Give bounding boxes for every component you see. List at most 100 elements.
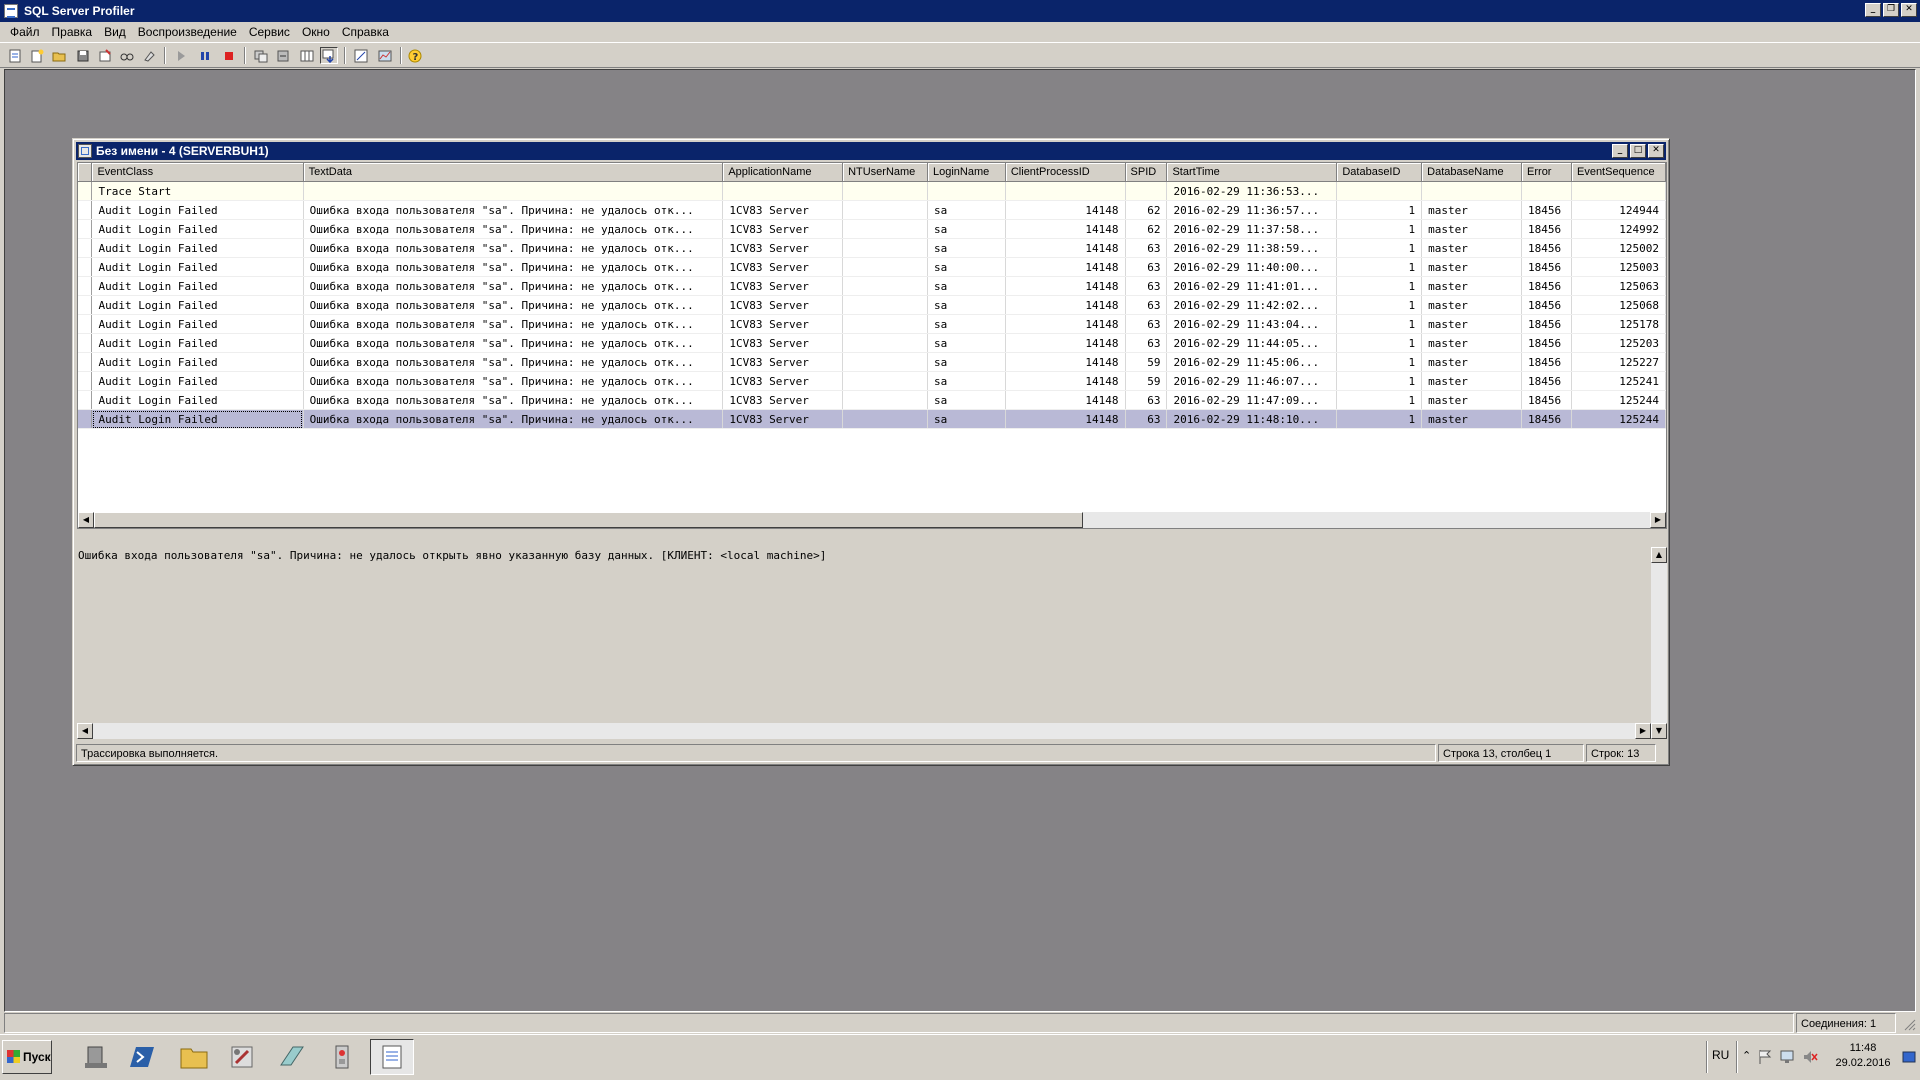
menu-file[interactable]: Файл bbox=[4, 22, 46, 42]
scroll-right-arrow-icon[interactable]: ▶ bbox=[1650, 512, 1666, 528]
network-icon[interactable] bbox=[1780, 1049, 1796, 1068]
performance-monitor-icon[interactable] bbox=[376, 47, 394, 64]
trace-row[interactable]: Audit Login Failed Ошибка входа пользоват… bbox=[78, 295, 1666, 315]
detail-scroll-left-arrow-icon[interactable]: ◀ bbox=[77, 723, 93, 739]
row-selector[interactable] bbox=[78, 352, 93, 372]
cell-databasename: master bbox=[1421, 314, 1523, 334]
pause-trace-icon[interactable] bbox=[196, 47, 214, 64]
grid-scroll-thumb[interactable] bbox=[94, 512, 1083, 528]
trace-row[interactable]: Audit Login Failed Ошибка входа пользоват… bbox=[78, 409, 1666, 429]
stop-trace-icon[interactable] bbox=[220, 47, 238, 64]
row-selector[interactable] bbox=[78, 276, 93, 296]
volume-muted-icon[interactable] bbox=[1802, 1049, 1818, 1068]
grid-horizontal-scrollbar[interactable]: ◀ ▶ bbox=[78, 512, 1666, 528]
row-selector[interactable] bbox=[78, 257, 93, 277]
row-selector[interactable] bbox=[78, 200, 93, 220]
row-selector[interactable] bbox=[78, 333, 93, 353]
minimize-button[interactable]: _ bbox=[1865, 3, 1881, 17]
trace-row[interactable]: Audit Login Failed Ошибка входа пользоват… bbox=[78, 238, 1666, 258]
run-trace-icon[interactable] bbox=[172, 47, 190, 64]
column-chooser-icon[interactable] bbox=[298, 47, 316, 64]
menu-window[interactable]: Окно bbox=[296, 22, 336, 42]
trace-row[interactable]: Audit Login Failed Ошибка входа пользоват… bbox=[78, 219, 1666, 239]
menu-help[interactable]: Справка bbox=[336, 22, 395, 42]
restore-button[interactable]: ❐ bbox=[1883, 3, 1899, 17]
scroll-left-arrow-icon[interactable]: ◀ bbox=[78, 512, 94, 528]
column-header-databaseid[interactable]: DatabaseID bbox=[1336, 163, 1423, 182]
cell-error: 18456 bbox=[1521, 257, 1572, 277]
properties-icon[interactable] bbox=[96, 47, 114, 64]
column-header-ntusername[interactable]: NTUserName bbox=[842, 163, 928, 182]
detail-scroll-right-arrow-icon[interactable]: ▶ bbox=[1635, 723, 1651, 739]
cell-error: 18456 bbox=[1521, 352, 1572, 372]
start-button[interactable]: Пуск bbox=[2, 1040, 52, 1074]
powershell-icon[interactable] bbox=[122, 1039, 166, 1075]
language-indicator[interactable]: RU bbox=[1712, 1048, 1729, 1062]
replay-step-icon[interactable] bbox=[274, 47, 292, 64]
new-template-icon[interactable] bbox=[28, 47, 46, 64]
row-selector[interactable] bbox=[78, 181, 93, 201]
row-selector[interactable] bbox=[78, 371, 93, 391]
column-header-eventsequence[interactable]: EventSequence bbox=[1571, 163, 1666, 182]
profiler-icon[interactable] bbox=[370, 1039, 414, 1075]
open-icon[interactable] bbox=[50, 47, 68, 64]
clear-trace-icon[interactable] bbox=[140, 47, 158, 64]
trace-row[interactable]: Audit Login Failed Ошибка входа пользоват… bbox=[78, 333, 1666, 353]
sql-tools-icon[interactable] bbox=[220, 1039, 264, 1075]
trace-row[interactable]: Audit Login Failed Ошибка входа пользоват… bbox=[78, 314, 1666, 334]
database-tuning-advisor-icon[interactable] bbox=[352, 47, 370, 64]
column-header-clientprocessid[interactable]: ClientProcessID bbox=[1005, 163, 1126, 182]
trace-row[interactable]: Audit Login Failed Ошибка входа пользоват… bbox=[78, 352, 1666, 372]
find-icon[interactable] bbox=[118, 47, 136, 64]
app-status-bar: Соединения: 1 bbox=[0, 1012, 1920, 1034]
trace-start-row[interactable]: Trace Start 2016-02-29 11:36:53... bbox=[78, 181, 1666, 201]
trace-minimize-button[interactable]: _ bbox=[1612, 144, 1628, 158]
column-header-applicationname[interactable]: ApplicationName bbox=[722, 163, 844, 182]
trace-row[interactable]: Audit Login Failed Ошибка входа пользоват… bbox=[78, 371, 1666, 391]
trace-row[interactable]: Audit Login Failed Ошибка входа пользоват… bbox=[78, 390, 1666, 410]
help-icon[interactable]: ? bbox=[406, 47, 424, 64]
trace-maximize-button[interactable]: □ bbox=[1630, 144, 1646, 158]
save-icon[interactable] bbox=[74, 47, 92, 64]
resize-grip-icon[interactable] bbox=[1904, 1018, 1916, 1031]
row-selector[interactable] bbox=[78, 390, 93, 410]
server-manager-icon[interactable] bbox=[74, 1039, 118, 1075]
column-header-loginname[interactable]: LoginName bbox=[927, 163, 1006, 182]
row-selector[interactable] bbox=[78, 314, 93, 334]
action-center-flag-icon[interactable] bbox=[1758, 1049, 1772, 1068]
menu-view[interactable]: Вид bbox=[98, 22, 132, 42]
services-icon[interactable] bbox=[320, 1039, 364, 1075]
event-detail-text[interactable]: Ошибка входа пользователя "sa". Причина:… bbox=[77, 547, 1651, 739]
column-header-starttime[interactable]: StartTime bbox=[1166, 163, 1338, 182]
row-selector[interactable] bbox=[78, 219, 93, 239]
row-selector[interactable] bbox=[78, 295, 93, 315]
file-explorer-icon[interactable] bbox=[172, 1039, 216, 1075]
cell-spid: 59 bbox=[1125, 371, 1168, 391]
show-hidden-icons-icon[interactable]: ⌃ bbox=[1742, 1049, 1751, 1062]
menu-edit[interactable]: Правка bbox=[46, 22, 99, 42]
column-header-spid[interactable]: SPID bbox=[1125, 163, 1168, 182]
close-button[interactable]: ✕ bbox=[1901, 3, 1917, 17]
row-selector[interactable] bbox=[78, 409, 93, 429]
detail-horizontal-scrollbar[interactable]: ◀ ▶ bbox=[77, 723, 1651, 739]
auto-scroll-icon[interactable] bbox=[320, 47, 338, 64]
trace-close-button[interactable]: ✕ bbox=[1648, 144, 1664, 158]
system-clock[interactable]: 11:48 29.02.2016 bbox=[1828, 1041, 1898, 1071]
trace-row[interactable]: Audit Login Failed Ошибка входа пользоват… bbox=[78, 276, 1666, 296]
scroll-down-arrow-icon[interactable]: ▼ bbox=[1651, 723, 1667, 739]
menu-replay[interactable]: Воспроизведение bbox=[132, 22, 243, 42]
show-desktop-icon[interactable] bbox=[1902, 1049, 1916, 1068]
menu-tools[interactable]: Сервис bbox=[243, 22, 296, 42]
new-trace-icon[interactable] bbox=[6, 47, 24, 64]
scroll-up-arrow-icon[interactable]: ▲ bbox=[1651, 547, 1667, 563]
row-selector[interactable] bbox=[78, 238, 93, 258]
detail-vertical-scrollbar[interactable]: ▲ ▼ bbox=[1651, 547, 1667, 739]
column-header-eventclass[interactable]: EventClass bbox=[91, 163, 304, 182]
column-header-error[interactable]: Error bbox=[1521, 163, 1572, 182]
management-studio-icon[interactable] bbox=[270, 1039, 314, 1075]
column-header-databasename[interactable]: DatabaseName bbox=[1421, 163, 1523, 182]
column-header-textdata[interactable]: TextData bbox=[303, 163, 724, 182]
trace-row[interactable]: Audit Login Failed Ошибка входа пользоват… bbox=[78, 200, 1666, 220]
replay-icon[interactable] bbox=[252, 47, 270, 64]
trace-row[interactable]: Audit Login Failed Ошибка входа пользоват… bbox=[78, 257, 1666, 277]
